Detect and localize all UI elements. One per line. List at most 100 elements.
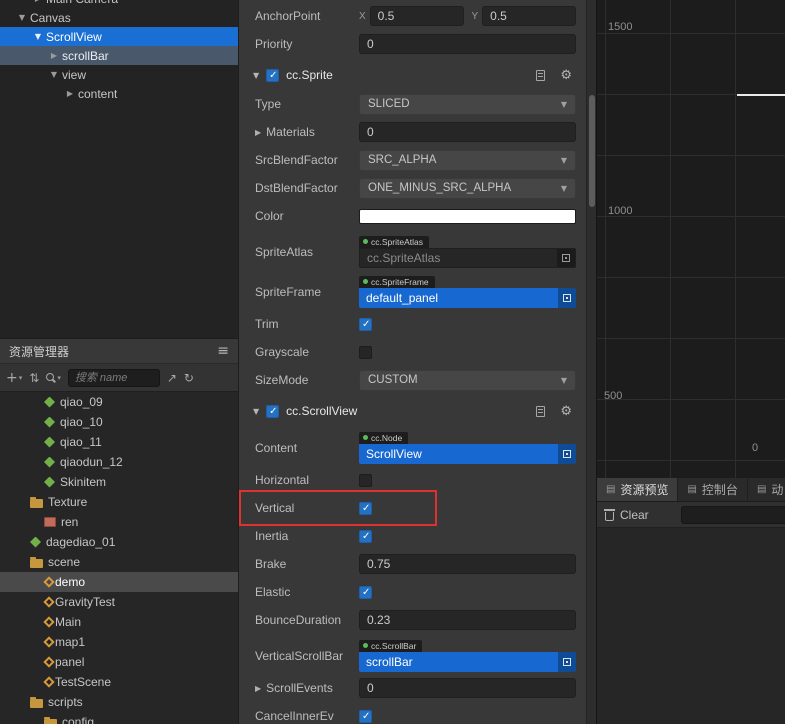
tab-asset-preview[interactable]: 资源预览 — [597, 478, 679, 501]
hierarchy-node-scrollview[interactable]: ScrollView — [0, 27, 238, 46]
anchor-y-input[interactable] — [482, 6, 576, 26]
asset-row[interactable]: GravityTest — [0, 592, 238, 612]
color-swatch[interactable] — [359, 208, 576, 224]
locate-asset-icon[interactable] — [558, 651, 576, 672]
hierarchy-node-view[interactable]: view — [0, 65, 238, 84]
chevron-right-icon[interactable]: ▶ — [255, 128, 261, 137]
panel-icon — [757, 484, 766, 495]
asset-folder-row[interactable]: Texture — [0, 492, 238, 512]
horizontal-checkbox[interactable] — [359, 473, 372, 487]
ruler-label: 0 — [752, 442, 759, 454]
component-enabled-checkbox[interactable] — [266, 404, 280, 418]
add-asset-button[interactable]: + ▾ — [6, 370, 22, 386]
tab-animation[interactable]: 动 — [748, 478, 785, 501]
locate-asset-icon[interactable] — [558, 443, 576, 464]
chevron-down-icon[interactable]: ▼ — [253, 407, 259, 416]
spriteframe-field[interactable]: default_panel — [359, 287, 576, 308]
asset-type-chip: cc.Node — [359, 431, 409, 444]
hamburger-menu-icon[interactable]: ≡ — [217, 343, 229, 359]
bounceduration-input[interactable] — [359, 610, 576, 630]
asset-row[interactable]: dagediao_01 — [0, 532, 238, 552]
priority-input[interactable] — [359, 34, 576, 54]
elastic-checkbox[interactable] — [359, 585, 372, 599]
vertical-checkbox[interactable] — [359, 501, 372, 515]
trim-checkbox[interactable] — [359, 317, 372, 331]
spriteatlas-field[interactable]: cc.SpriteAtlas — [359, 247, 576, 268]
copy-component-icon[interactable] — [536, 69, 546, 81]
grayscale-checkbox[interactable] — [359, 345, 372, 359]
inspector-scrollbar[interactable] — [586, 0, 596, 724]
property-label: Grayscale — [255, 345, 310, 359]
node-label: content — [78, 86, 118, 101]
chevron-down-icon: ▼ — [560, 375, 567, 385]
priority-row: Priority — [239, 30, 586, 58]
cancelinnerevents-checkbox[interactable] — [359, 709, 372, 723]
type-select[interactable]: SLICED ▼ — [359, 93, 576, 115]
component-header-scrollview[interactable]: ▼ cc.ScrollView ⚙ — [239, 396, 586, 426]
chevron-down-icon[interactable] — [16, 13, 28, 22]
chevron-right-icon[interactable] — [48, 51, 60, 60]
copy-component-icon[interactable] — [536, 405, 546, 417]
property-label: ▶ ScrollEvents — [255, 681, 333, 695]
clear-button[interactable]: Clear — [604, 508, 649, 522]
asset-folder-row[interactable]: scene — [0, 552, 238, 572]
console-filter-input[interactable] — [681, 505, 785, 524]
hierarchy-node-main-camera[interactable]: Main Camera — [0, 0, 238, 8]
anchor-x-input[interactable] — [369, 6, 464, 26]
component-enabled-checkbox[interactable] — [266, 68, 280, 82]
scrollevents-input[interactable] — [359, 678, 576, 698]
materials-input[interactable] — [359, 122, 576, 142]
chevron-down-icon[interactable] — [48, 70, 60, 79]
asset-row[interactable]: qiao_10 — [0, 412, 238, 432]
asset-row[interactable]: TestScene — [0, 672, 238, 692]
gear-icon[interactable]: ⚙ — [560, 69, 572, 82]
tab-console[interactable]: 控制台 — [678, 478, 748, 501]
sizemode-select[interactable]: CUSTOM ▼ — [359, 369, 576, 391]
asset-folder-row[interactable]: config — [0, 712, 238, 724]
chevron-down-icon[interactable] — [32, 32, 44, 41]
asset-row[interactable]: qiaodun_12 — [0, 452, 238, 472]
property-label: Color — [255, 209, 284, 223]
chevron-right-icon[interactable] — [64, 89, 76, 98]
scene-viewport[interactable]: 1500 1000 500 0 — [597, 0, 785, 478]
srcblendfactor-row: SrcBlendFactor SRC_ALPHA ▼ — [239, 146, 586, 174]
asset-row[interactable]: Main — [0, 612, 238, 632]
sort-assets-button[interactable]: ⇅ — [29, 371, 39, 385]
spriteframe-row: SpriteFrame cc.SpriteFrame default_panel — [239, 270, 586, 310]
chevron-right-icon[interactable]: ▶ — [255, 684, 261, 693]
component-header-sprite[interactable]: ▼ cc.Sprite ⚙ — [239, 60, 586, 90]
hierarchy-node-canvas[interactable]: Canvas — [0, 8, 238, 27]
assets-panel-header: 资源管理器 ≡ — [0, 338, 238, 363]
locate-asset-icon[interactable] — [557, 248, 575, 267]
scrollbar-thumb[interactable] — [589, 95, 595, 207]
expand-collapse-button[interactable]: ↗ — [167, 371, 177, 385]
locate-asset-icon[interactable] — [558, 287, 576, 308]
brake-input[interactable] — [359, 554, 576, 574]
asset-row[interactable]: qiao_11 — [0, 432, 238, 452]
property-label: Trim — [255, 317, 279, 331]
assets-search-input[interactable] — [67, 368, 160, 387]
gear-icon[interactable]: ⚙ — [560, 405, 572, 418]
property-label: SpriteAtlas — [255, 244, 314, 259]
asset-row[interactable]: panel — [0, 652, 238, 672]
anchorpoint-row: AnchorPoint X Y — [239, 2, 586, 30]
search-scope-button[interactable]: ▾ — [46, 372, 61, 383]
hierarchy-node-content[interactable]: content — [0, 84, 238, 103]
srcblendfactor-select[interactable]: SRC_ALPHA ▼ — [359, 149, 576, 171]
asset-row[interactable]: map1 — [0, 632, 238, 652]
asset-row-selected[interactable]: demo — [0, 572, 238, 592]
dstblendfactor-select[interactable]: ONE_MINUS_SRC_ALPHA ▼ — [359, 177, 576, 199]
hierarchy-node-scrollbar[interactable]: scrollBar — [0, 46, 238, 65]
asset-row[interactable]: ren — [0, 512, 238, 532]
sizemode-row: SizeMode CUSTOM ▼ — [239, 366, 586, 394]
content-field[interactable]: ScrollView — [359, 443, 576, 464]
verticalscrollbar-field[interactable]: scrollBar — [359, 651, 576, 672]
asset-folder-row[interactable]: scripts — [0, 692, 238, 712]
node-label: Main Camera — [46, 0, 118, 6]
refresh-assets-button[interactable]: ↻ — [184, 371, 194, 385]
asset-row[interactable]: qiao_09 — [0, 392, 238, 412]
spriteatlas-row: SpriteAtlas cc.SpriteAtlas cc.SpriteAtla… — [239, 230, 586, 270]
inertia-checkbox[interactable] — [359, 529, 372, 543]
chevron-down-icon[interactable]: ▼ — [253, 71, 259, 80]
asset-row[interactable]: Skinitem — [0, 472, 238, 492]
